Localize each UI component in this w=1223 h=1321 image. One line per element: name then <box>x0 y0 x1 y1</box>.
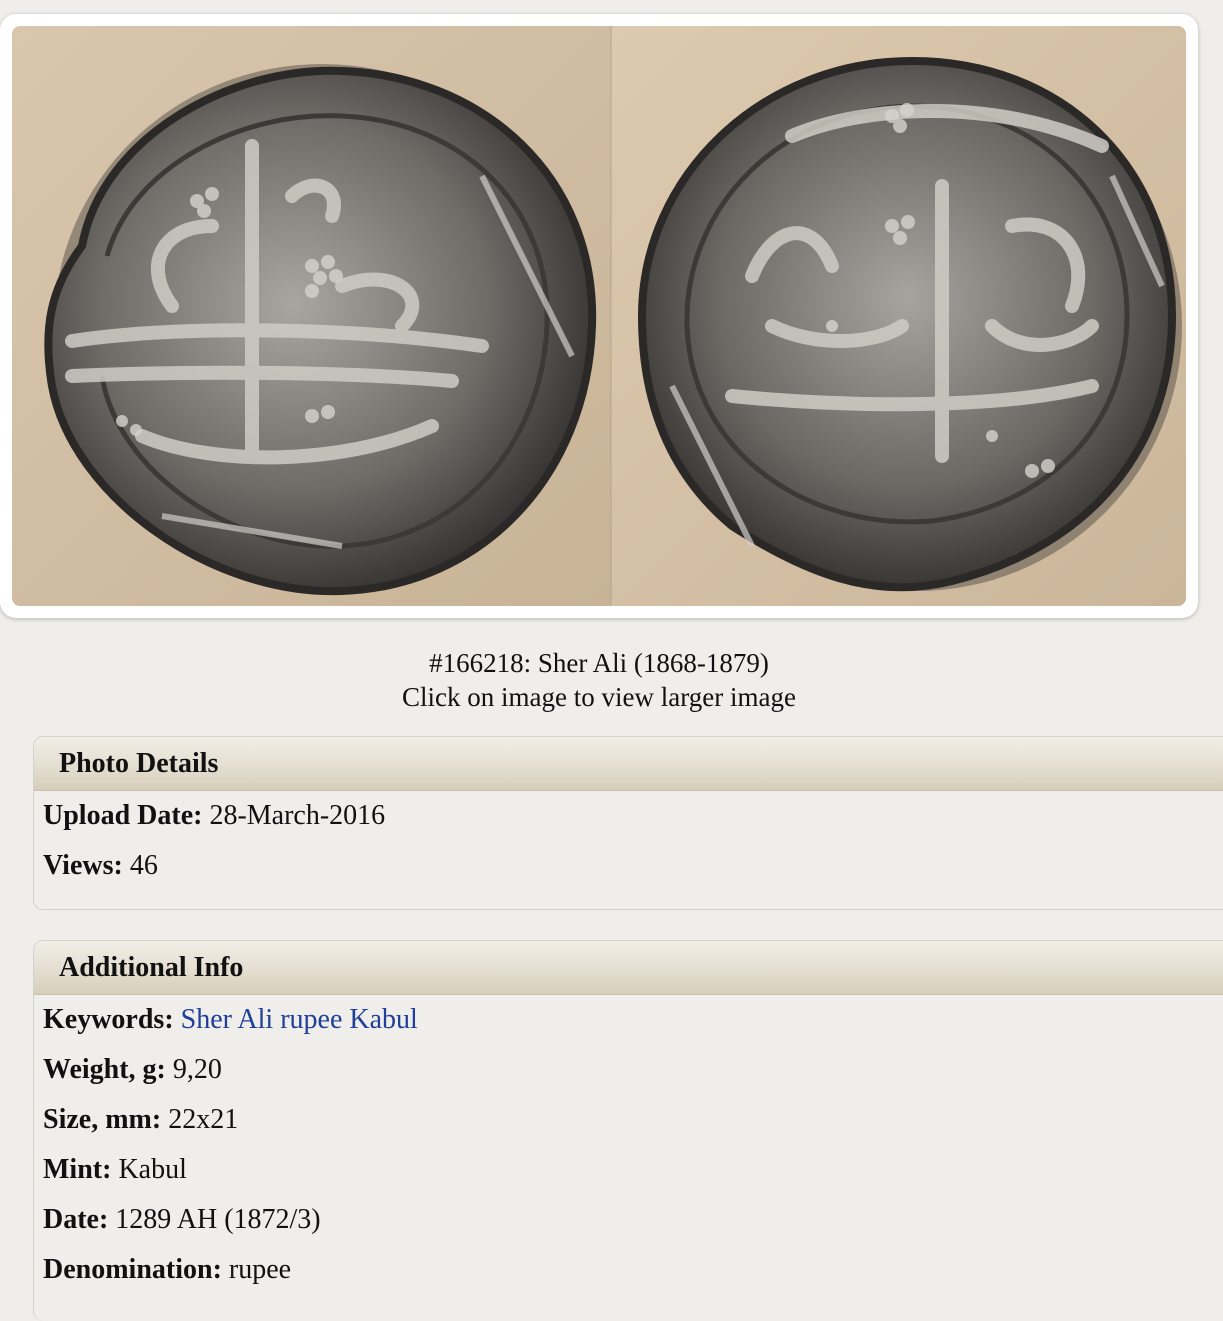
upload-date-row: Upload Date: 28-March-2016 <box>34 791 1223 841</box>
weight-value: 9,20 <box>172 1054 222 1085</box>
keywords-label: Keywords: <box>43 1004 174 1035</box>
upload-date-label: Upload Date: <box>43 800 203 831</box>
additional-info-heading: Additional Info <box>34 941 1223 995</box>
photo-caption-hint: Click on image to view larger image <box>402 682 796 712</box>
date-label: Date: <box>43 1204 109 1235</box>
upload-date-value: 28-March-2016 <box>209 800 386 831</box>
size-value: 22x21 <box>168 1104 239 1135</box>
denomination-row: Denomination: rupee <box>34 1245 1223 1295</box>
denomination-value: rupee <box>228 1254 292 1285</box>
reverse-coin <box>637 56 1182 592</box>
weight-row: Weight, g: 9,20 <box>34 1045 1223 1095</box>
coin-photo[interactable] <box>12 26 1186 606</box>
views-value: 46 <box>129 850 158 881</box>
mint-value: Kabul <box>118 1154 187 1185</box>
keywords-link[interactable]: Sher Ali rupee Kabul <box>181 1004 418 1035</box>
views-label: Views: <box>43 850 123 881</box>
photo-caption-title: #166218: Sher Ali (1868-1879) <box>429 648 769 678</box>
mint-row: Mint: Kabul <box>34 1145 1223 1195</box>
keywords-row: Keywords: Sher Ali rupee Kabul <box>34 995 1223 1045</box>
views-row: Views: 46 <box>34 841 1223 891</box>
date-row: Date: 1289 AH (1872/3) <box>34 1195 1223 1245</box>
photo-details-heading: Photo Details <box>34 737 1223 791</box>
photo-caption: #166218: Sher Ali (1868-1879) Click on i… <box>0 646 1198 714</box>
date-value: 1289 AH (1872/3) <box>115 1204 321 1235</box>
photo-details-panel: Photo Details Upload Date: 28-March-2016… <box>33 736 1223 910</box>
additional-info-panel: Additional Info Keywords: Sher Ali rupee… <box>33 940 1223 1321</box>
mint-label: Mint: <box>43 1154 112 1185</box>
denomination-label: Denomination: <box>43 1254 222 1285</box>
size-label: Size, mm: <box>43 1104 162 1135</box>
photo-card <box>0 14 1198 618</box>
size-row: Size, mm: 22x21 <box>34 1095 1223 1145</box>
weight-label: Weight, g: <box>43 1054 166 1085</box>
